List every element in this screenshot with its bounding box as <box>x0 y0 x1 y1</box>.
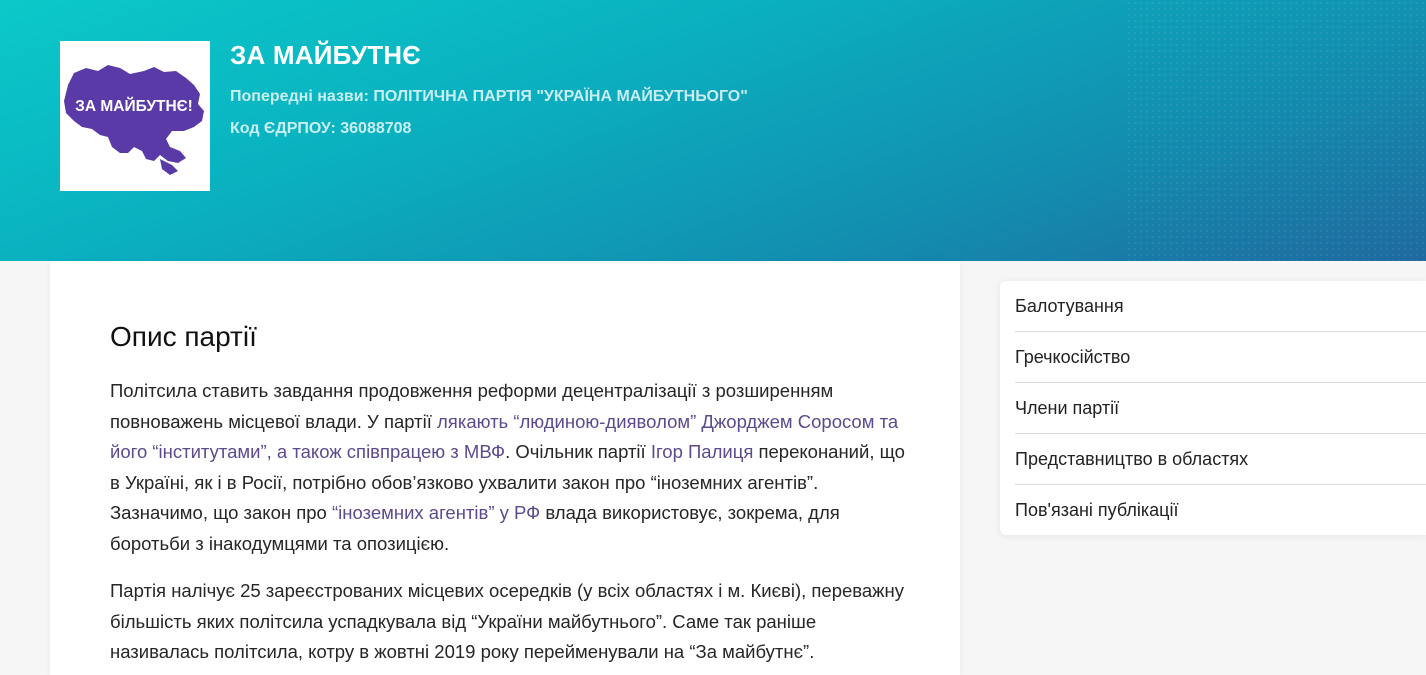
sidebar-item-members[interactable]: Члени партії <box>1015 383 1426 434</box>
sidebar-item-buckwheat[interactable]: Гречкосійство <box>1015 332 1426 383</box>
svg-text:ЗА МАЙБУТНЄ!: ЗА МАЙБУТНЄ! <box>75 97 193 115</box>
ukraine-map-logo-icon: ЗА МАЙБУТНЄ! <box>64 65 204 175</box>
party-header: ЗА МАЙБУТНЄ! ЗА МАЙБУТНЄ Попередні назви… <box>0 0 1426 261</box>
header-dot-pattern <box>1126 0 1426 261</box>
sidebar-item-publications[interactable]: Пов'язані публікації <box>1015 485 1426 536</box>
description-paragraph-1: Політсила ставить завдання продовження р… <box>110 376 910 559</box>
sidebar-item-elections[interactable]: Балотування <box>1015 281 1426 332</box>
paragraph-text: . Очільник партії <box>505 441 651 462</box>
party-description-card: Опис партії Політсила ставить завдання п… <box>50 261 960 675</box>
ihor-palytsia-link[interactable]: Ігор Палиця <box>651 441 754 462</box>
foreign-agents-link[interactable]: “іноземних агентів” у РФ <box>332 502 540 523</box>
party-name: ЗА МАЙБУТНЄ <box>230 40 421 70</box>
description-paragraph-2: Партія налічує 25 зареєстрованих місцеви… <box>110 580 905 662</box>
section-title: Опис партії <box>110 321 257 352</box>
sidebar-menu: Балотування Гречкосійство Члени партії П… <box>1000 281 1426 535</box>
sidebar-item-regions[interactable]: Представництво в областях <box>1015 434 1426 485</box>
previous-names: Попередні назви: ПОЛІТИЧНА ПАРТІЯ "УКРАЇ… <box>230 88 748 105</box>
edrpou-code: Код ЄДРПОУ: 36088708 <box>230 120 412 137</box>
party-logo: ЗА МАЙБУТНЄ! <box>60 41 210 191</box>
